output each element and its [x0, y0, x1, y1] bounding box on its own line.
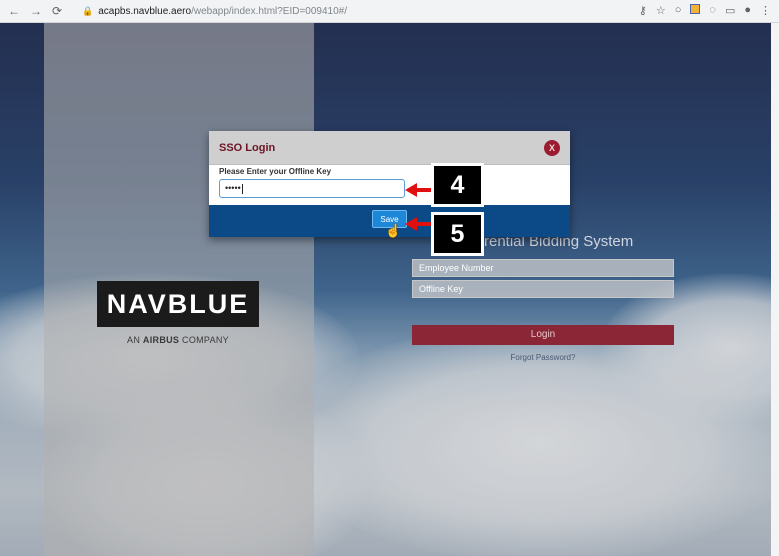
- page-background: NAVBLUE AN AIRBUS COMPANY rential Biddin…: [0, 23, 779, 556]
- lock-icon: 🔒: [82, 5, 94, 16]
- browser-toolbar: ← → ⟳ 🔒 acapbs.navblue.aero /webapp/inde…: [0, 0, 779, 23]
- address-bar[interactable]: 🔒 acapbs.navblue.aero /webapp/index.html…: [82, 3, 602, 19]
- step-badge-4: 4: [431, 163, 484, 207]
- extension-circle-icon[interactable]: ○: [675, 4, 682, 17]
- step-badge-5: 5: [431, 212, 484, 256]
- extension-bar: ⚷ ☆ ○ ◌ ▭ ● ⋮: [639, 4, 771, 17]
- offline-key-value: •••••: [225, 183, 241, 193]
- menu-kebab-icon[interactable]: ⋮: [760, 4, 771, 17]
- close-icon[interactable]: X: [544, 140, 560, 156]
- reload-icon[interactable]: ⟳: [52, 5, 62, 17]
- browser-nav: ← → ⟳: [0, 5, 82, 17]
- forward-arrow-icon[interactable]: →: [30, 5, 42, 17]
- url-path: /webapp/index.html?EID=009410#/: [191, 5, 348, 17]
- logo-tagline-brand: AIRBUS: [142, 335, 180, 345]
- extension-square-icon[interactable]: [690, 4, 701, 17]
- key-icon[interactable]: ⚷: [639, 4, 647, 17]
- offline-key-input[interactable]: Offline Key: [412, 280, 674, 298]
- hand-pointer-icon: ☝: [385, 223, 402, 238]
- logo-tagline-prefix: AN: [127, 335, 143, 345]
- sso-login-dialog: SSO Login X Please Enter your Offline Ke…: [209, 131, 570, 237]
- offline-key-label: Please Enter your Offline Key: [219, 167, 332, 176]
- logo-tagline-suffix: COMPANY: [179, 335, 229, 345]
- dialog-title: SSO Login: [219, 142, 276, 154]
- dialog-body: Please Enter your Offline Key •••••: [209, 165, 570, 205]
- offline-key-field[interactable]: •••••: [219, 179, 405, 198]
- dialog-header: SSO Login X: [209, 131, 570, 165]
- employee-number-input[interactable]: Employee Number: [412, 259, 674, 277]
- bookmark-star-icon[interactable]: ☆: [656, 4, 666, 17]
- scrollbar-track[interactable]: [771, 23, 779, 556]
- extension-cast-icon[interactable]: ▭: [725, 4, 735, 17]
- logo-tagline: AN AIRBUS COMPANY: [97, 335, 259, 345]
- profile-avatar-icon[interactable]: ●: [744, 4, 751, 17]
- forgot-password-link[interactable]: Forgot Password?: [412, 353, 674, 362]
- login-button[interactable]: Login: [412, 325, 674, 345]
- navblue-logo: NAVBLUE: [97, 281, 259, 327]
- back-arrow-icon[interactable]: ←: [8, 5, 20, 17]
- text-caret: [241, 183, 243, 194]
- url-host: acapbs.navblue.aero: [98, 5, 192, 17]
- extension-refresh-icon[interactable]: ◌: [709, 4, 716, 17]
